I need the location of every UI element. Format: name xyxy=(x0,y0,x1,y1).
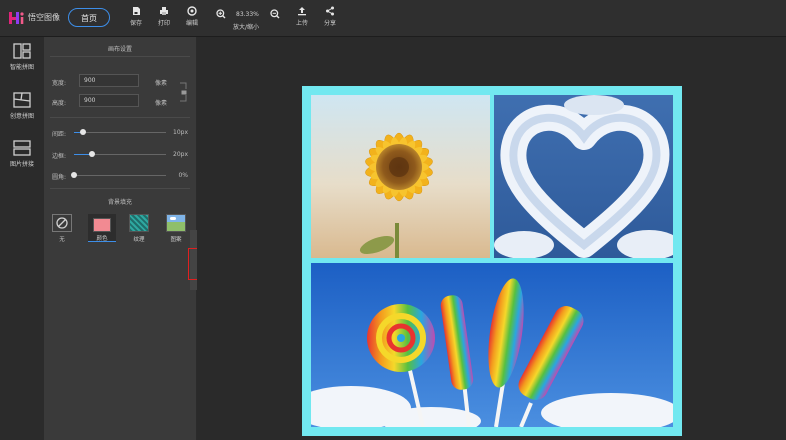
nav-label-creative-collage: 创意拼图 xyxy=(9,113,34,120)
share-label: 分享 xyxy=(323,20,336,27)
fill-option-pattern[interactable]: 图案 xyxy=(165,214,187,243)
radius-value: 0% xyxy=(178,172,188,179)
fill-option-none[interactable]: 无 xyxy=(51,214,73,243)
smart-collage-icon xyxy=(13,43,31,59)
zoom-label: 放大/缩小 xyxy=(233,24,260,31)
fill-label-texture: 纹理 xyxy=(133,237,145,243)
edit-icon xyxy=(187,6,197,16)
radius-slider-track[interactable] xyxy=(74,175,166,176)
spacing-value: 10px xyxy=(173,129,188,136)
width-label: 宽度: xyxy=(52,80,67,87)
app-logo xyxy=(9,12,24,24)
zoom-value: 83.33% xyxy=(236,11,259,18)
fill-option-color[interactable]: 颜色 xyxy=(88,214,116,242)
spacing-slider-track[interactable] xyxy=(74,132,166,133)
save-icon xyxy=(133,7,140,15)
border-value: 20px xyxy=(173,151,188,158)
canvas-settings-panel: 画布设置 宽度: 900 像素 高度: 900 像素 间距: 10px 边框: … xyxy=(44,37,196,440)
height-label: 高度: xyxy=(52,100,67,107)
fill-label-color: 颜色 xyxy=(96,236,108,242)
spacing-label: 间距: xyxy=(52,131,67,138)
share-button[interactable]: 分享 xyxy=(315,6,345,27)
width-unit: 像素 xyxy=(155,80,168,87)
height-unit: 像素 xyxy=(155,100,168,107)
fill-label-pattern: 图案 xyxy=(170,237,182,243)
panel-title: 画布设置 xyxy=(107,46,132,53)
app-name: 悟空图像 xyxy=(28,13,60,22)
lollipops-image xyxy=(311,263,673,427)
upload-icon xyxy=(298,7,306,16)
heart-cloud-image xyxy=(494,95,673,258)
fill-title: 背景填充 xyxy=(107,199,132,206)
nav-item-image-stitch[interactable]: 图片拼接 xyxy=(0,140,44,168)
image-stitch-icon xyxy=(13,140,31,156)
edit-label: 编辑 xyxy=(185,20,198,27)
edit-button[interactable]: 编辑 xyxy=(177,6,207,27)
left-nav: 智能拼图 创意拼图 图片拼接 xyxy=(0,37,44,440)
collage-cell-heart-cloud[interactable] xyxy=(494,95,673,258)
collage-cell-sunflower[interactable] xyxy=(311,95,490,258)
none-icon xyxy=(52,214,72,232)
fill-label-none: 无 xyxy=(59,237,65,243)
print-button[interactable]: 打印 xyxy=(149,6,179,27)
fill-option-texture[interactable]: 纹理 xyxy=(128,214,150,243)
print-label: 打印 xyxy=(157,20,170,27)
fill-option-color-selected: 颜色 xyxy=(88,214,116,242)
collage-canvas[interactable] xyxy=(302,86,682,436)
border-slider-handle[interactable] xyxy=(89,151,96,157)
top-toolbar: 悟空图像 首页 保存 打印 编辑 83.33% 放大/缩小 上传 分享 xyxy=(0,0,786,37)
upload-button[interactable]: 上传 xyxy=(287,6,317,27)
width-input[interactable]: 900 xyxy=(79,74,139,87)
share-icon xyxy=(326,6,334,16)
height-input[interactable]: 900 xyxy=(79,94,139,107)
print-icon xyxy=(160,7,168,15)
save-label: 保存 xyxy=(129,20,142,27)
creative-collage-icon xyxy=(13,92,31,108)
divider xyxy=(50,56,190,57)
border-label: 边框: xyxy=(52,153,67,160)
nav-item-creative-collage[interactable]: 创意拼图 xyxy=(0,92,44,120)
zoom-in-icon[interactable] xyxy=(216,9,226,19)
nav-label-image-stitch: 图片拼接 xyxy=(9,161,34,168)
divider xyxy=(50,188,190,189)
zoom-out-icon[interactable] xyxy=(270,9,280,19)
aspect-lock-icon[interactable] xyxy=(179,82,189,102)
color-swatch-icon xyxy=(93,218,111,232)
pattern-icon xyxy=(166,214,186,232)
radius-label: 圆角: xyxy=(52,174,67,181)
nav-label-smart-collage: 智能拼图 xyxy=(9,64,34,71)
upload-label: 上传 xyxy=(295,20,308,27)
nav-item-smart-collage[interactable]: 智能拼图 xyxy=(0,43,44,71)
collage-cell-lollipops[interactable] xyxy=(311,263,673,427)
sunflower-image xyxy=(311,95,490,258)
home-button[interactable]: 首页 xyxy=(68,8,110,27)
save-button[interactable]: 保存 xyxy=(121,6,151,27)
spacing-slider-handle[interactable] xyxy=(80,129,87,135)
radius-slider-handle[interactable] xyxy=(71,172,77,178)
divider xyxy=(50,117,190,118)
texture-icon xyxy=(129,214,149,232)
